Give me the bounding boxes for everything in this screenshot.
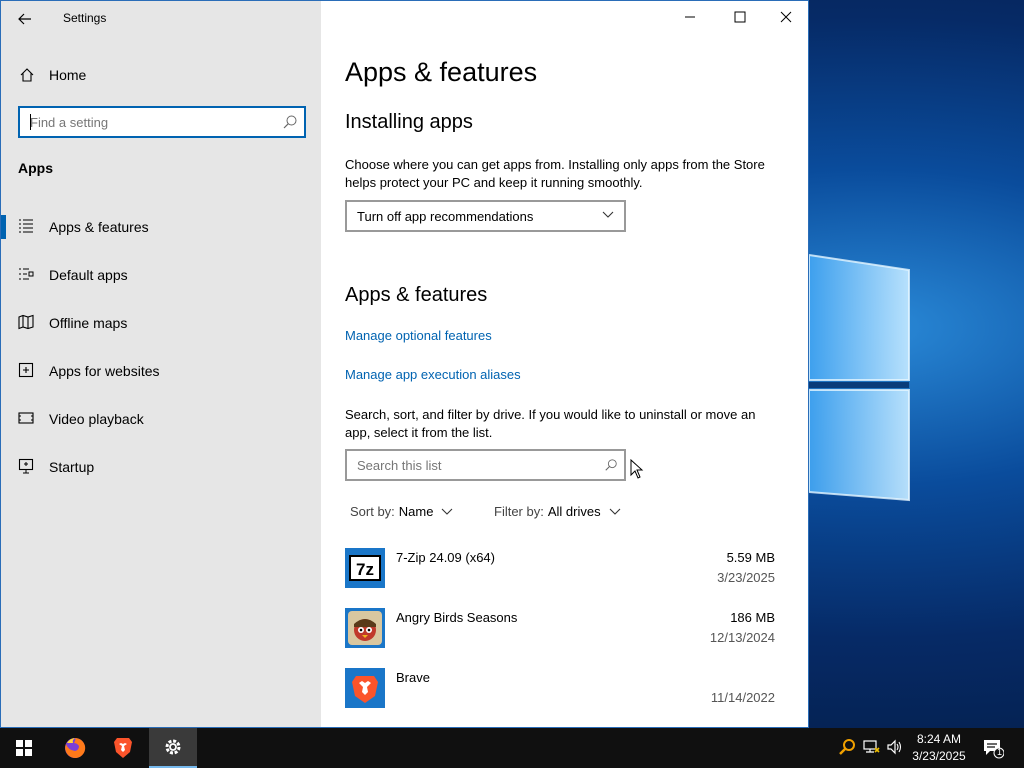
search-list-description: Search, sort, and filter by drive. If yo…: [345, 407, 756, 440]
app-list-item-angry-birds[interactable]: Angry Birds Seasons 186 MB 12/13/2024: [345, 608, 777, 668]
search-list-input[interactable]: [347, 451, 597, 479]
chevron-down-icon: [609, 508, 620, 515]
app-name: Angry Birds Seasons: [396, 610, 518, 625]
minimize-icon: [685, 16, 695, 18]
active-indicator: [1, 215, 6, 239]
dropdown-value: Turn off app recommendations: [357, 209, 534, 224]
start-button[interactable]: [0, 728, 48, 768]
sidebar-item-apps-features[interactable]: Apps & features: [1, 203, 321, 251]
search-icon: [605, 459, 617, 471]
sidebar-item-offline-maps[interactable]: Offline maps: [1, 299, 321, 347]
taskbar-firefox[interactable]: [51, 728, 99, 768]
settings-window: Settings Home Apps Apps & features Defau…: [0, 0, 809, 728]
sidebar-item-startup[interactable]: Startup: [1, 443, 321, 491]
offline-maps-icon: [18, 314, 34, 330]
close-icon: [780, 11, 792, 23]
clock-date: 3/23/2025: [912, 749, 966, 763]
sidebar-item-video-playback[interactable]: Video playback: [1, 395, 321, 443]
clock-time: 8:24 AM: [916, 732, 962, 746]
startup-icon: [18, 458, 34, 474]
app-source-dropdown[interactable]: Turn off app recommendations: [345, 200, 626, 232]
manage-app-execution-aliases-link[interactable]: Manage app execution aliases: [345, 367, 521, 382]
sidebar-item-label: Apps & features: [49, 219, 149, 235]
search-tray-icon[interactable]: [838, 738, 856, 756]
home-icon: [20, 68, 34, 82]
brave-app-icon: [345, 668, 385, 708]
app-name: 7-Zip 24.09 (x64): [396, 550, 495, 565]
back-arrow-icon: [18, 13, 31, 25]
windows-start-icon: [16, 740, 32, 756]
mouse-cursor-icon: [630, 459, 644, 479]
sidebar-item-label: Video playback: [49, 411, 144, 427]
section-label-apps: Apps: [18, 160, 53, 176]
app-date: 11/14/2022: [710, 690, 775, 705]
apps-features-icon: [19, 219, 33, 233]
sidebar-item-default-apps[interactable]: Default apps: [1, 251, 321, 299]
main-content: Apps & features Installing apps Choose w…: [321, 1, 808, 727]
chevron-down-icon: [442, 508, 453, 515]
taskbar-brave[interactable]: [99, 728, 147, 768]
taskbar: 8:24 AM 3/23/2025 1: [0, 728, 1024, 768]
notification-count-badge: 1: [996, 747, 1002, 757]
window-title: Settings: [63, 11, 107, 25]
manage-optional-features-link[interactable]: Manage optional features: [345, 328, 492, 343]
close-button[interactable]: [763, 1, 808, 33]
search-list-box[interactable]: [345, 449, 626, 481]
sidebar-item-label: Apps for websites: [49, 363, 160, 379]
app-date: 3/23/2025: [717, 570, 775, 585]
gear-icon: [165, 739, 181, 755]
system-clock[interactable]: 8:24 AM 3/23/2025: [898, 731, 980, 765]
search-icon: [283, 115, 297, 129]
apps-for-websites-icon: [18, 362, 34, 378]
sidebar-item-label: Offline maps: [49, 315, 128, 331]
default-apps-icon: [19, 268, 34, 280]
find-setting-search[interactable]: [18, 106, 306, 138]
find-setting-input[interactable]: [20, 108, 276, 136]
sidebar-item-apps-for-websites[interactable]: Apps for websites: [1, 347, 321, 395]
brave-icon: [114, 738, 132, 758]
sidebar-item-home[interactable]: Home: [1, 57, 321, 93]
chevron-down-icon: [602, 211, 614, 218]
video-playback-icon: [18, 412, 34, 424]
sidebar-item-label: Default apps: [49, 267, 128, 283]
notification-center-button[interactable]: 1: [982, 737, 1005, 759]
app-name: Brave: [396, 670, 430, 685]
sidebar-item-label: Startup: [49, 459, 95, 475]
text-caret: [30, 114, 31, 130]
firefox-icon: [65, 737, 86, 758]
taskbar-settings[interactable]: [149, 728, 197, 768]
filter-by-value: All drives: [547, 504, 601, 519]
network-icon[interactable]: [862, 738, 880, 756]
installing-apps-description: Choose where you can get apps from. Inst…: [345, 157, 765, 190]
app-list-item-7zip[interactable]: 7z 7-Zip 24.09 (x64) 5.59 MB 3/23/2025: [345, 548, 777, 608]
back-button[interactable]: [11, 5, 39, 33]
sidebar-nav: Apps & features Default apps Offline map…: [1, 203, 321, 491]
apps-features-heading: Apps & features: [345, 284, 488, 306]
app-size: 5.59 MB: [726, 550, 775, 565]
maximize-icon: [734, 11, 746, 23]
sidebar-item-home-label: Home: [49, 67, 87, 83]
sidebar: Settings Home Apps Apps & features Defau…: [1, 1, 321, 727]
svg-text:7z: 7z: [356, 560, 374, 579]
app-size: 186 MB: [730, 610, 775, 625]
sort-by-dropdown[interactable]: Sort by: Name: [350, 504, 453, 519]
filter-by-dropdown[interactable]: Filter by: All drives: [494, 504, 621, 519]
7zip-app-icon: 7z: [345, 548, 385, 588]
maximize-button[interactable]: [717, 1, 763, 33]
sort-by-label: Sort by:: [350, 504, 395, 519]
angry-birds-app-icon: [345, 608, 385, 648]
app-date: 12/13/2024: [709, 630, 775, 645]
installing-apps-heading: Installing apps: [345, 111, 473, 133]
page-title: Apps & features: [345, 57, 538, 87]
minimize-button[interactable]: [667, 1, 713, 33]
sort-by-value: Name: [398, 504, 434, 519]
app-list-item-brave[interactable]: Brave 11/14/2022: [345, 668, 777, 727]
windows-logo-wallpaper: [809, 253, 910, 502]
filter-by-label: Filter by:: [494, 504, 544, 519]
